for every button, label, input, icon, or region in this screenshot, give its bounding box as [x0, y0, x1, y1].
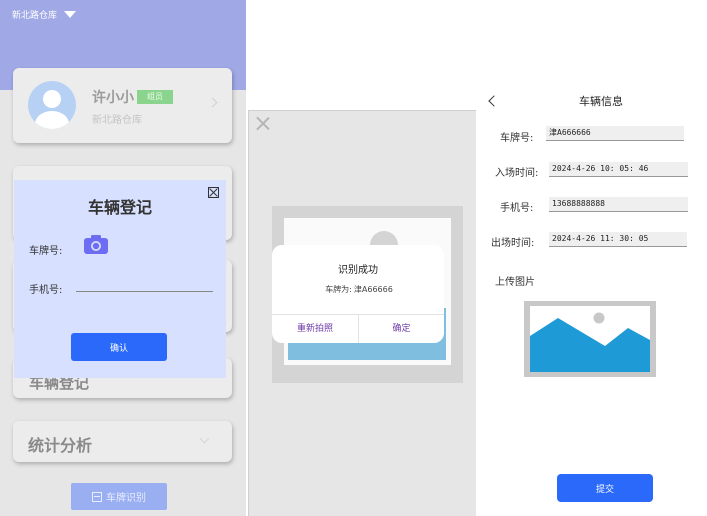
phone-label: 手机号:	[500, 203, 534, 214]
warehouse-selector-label: 新北路仓库	[12, 11, 58, 21]
upload-label: 上传图片	[495, 277, 535, 288]
menu-card-stats[interactable]: 统计分析	[13, 421, 232, 462]
phone-input[interactable]	[76, 279, 213, 292]
plate-recognition-label: 车牌识别	[106, 493, 146, 504]
chevron-right-icon	[207, 97, 218, 108]
camera-screen: 识别成功 车牌为: 津A66666 重新拍照 确定	[248, 110, 476, 516]
user-card[interactable]: 许小小 组员 新北路仓库	[13, 68, 232, 143]
menu-card-stats-label: 统计分析	[28, 436, 93, 455]
warehouse-selector[interactable]: 新北路仓库	[12, 8, 77, 21]
avatar-icon	[28, 81, 76, 129]
confirm-button[interactable]: 确认	[71, 333, 167, 361]
plate-recognition-button[interactable]: 车牌识别	[71, 483, 167, 510]
home-screen: 新北路仓库 许小小 组员 新北路仓库 车辆登记 统计分析 车牌识别 车辆登记 车…	[0, 0, 246, 516]
result-plate-text: 车牌为: 津A66666	[272, 284, 444, 295]
chevron-down-icon	[199, 433, 210, 444]
submit-button[interactable]: 提交	[557, 474, 653, 502]
phone-label: 手机号:	[29, 285, 63, 296]
scan-icon	[92, 491, 102, 502]
result-plate-value: 津A66666	[353, 285, 393, 294]
plate-label: 车牌号:	[500, 133, 534, 144]
page-title: 车辆信息	[579, 95, 623, 108]
result-plate-prefix: 车牌为:	[325, 285, 352, 294]
image-placeholder-icon[interactable]	[524, 301, 656, 377]
ok-button[interactable]: 确定	[359, 315, 444, 343]
retake-button[interactable]: 重新拍照	[272, 315, 358, 343]
vehicle-register-dialog: 车辆登记 车牌号: 手机号: 确认	[14, 180, 226, 378]
exit-time-field[interactable]: 2024-4-26 11: 30: 05	[549, 232, 687, 247]
user-name: 许小小	[92, 90, 134, 106]
close-icon[interactable]	[256, 116, 270, 130]
user-warehouse: 新北路仓库	[92, 115, 142, 126]
entry-time-field[interactable]: 2024-4-26 10: 05: 46	[549, 162, 688, 177]
role-badge: 组员	[137, 90, 173, 104]
result-title: 识别成功	[338, 265, 378, 276]
phone-field[interactable]: 13688888888	[549, 197, 688, 212]
recognition-result-dialog: 识别成功 车牌为: 津A66666 重新拍照 确定	[272, 245, 444, 343]
dialog-title: 车辆登记	[87, 198, 152, 217]
camera-icon[interactable]	[84, 235, 108, 254]
close-box-icon[interactable]	[208, 187, 219, 198]
vehicle-info-screen: 车辆信息 车牌号: 津A666666 入场时间: 2024-4-26 10: 0…	[478, 86, 707, 516]
dropdown-triangle-icon	[64, 11, 77, 18]
plate-label: 车牌号:	[29, 246, 63, 257]
entry-time-label: 入场时间:	[495, 168, 539, 179]
exit-time-label: 出场时间:	[491, 238, 535, 249]
plate-field[interactable]: 津A666666	[546, 126, 684, 141]
